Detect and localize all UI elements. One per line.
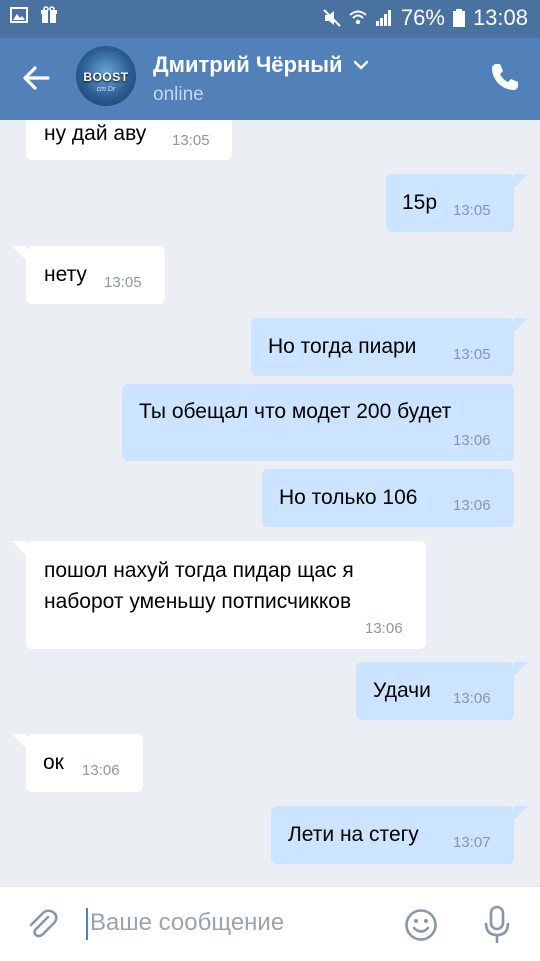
status-bar: 76% 13:08 — [0, 0, 540, 38]
message-time: 13:05 — [104, 274, 142, 291]
message-composer: Ваше сообщение — [0, 886, 540, 961]
battery-icon — [452, 9, 465, 27]
message-text: ок — [43, 751, 64, 774]
message-text: Но только 106 — [279, 486, 418, 509]
avatar-logo-subtext: cm Dr — [96, 86, 116, 93]
message-time: 13:06 — [453, 432, 491, 449]
message-time: 13:05 — [453, 202, 491, 219]
message-outgoing[interactable]: Но тогда пиари 13:05 — [251, 318, 528, 376]
wifi-icon — [349, 10, 367, 25]
message-time: 13:06 — [82, 762, 120, 779]
message-outgoing[interactable]: Удачи 13:06 — [356, 662, 528, 720]
gift-notification-icon — [41, 6, 57, 23]
message-incoming[interactable]: пошол нахуй тогда пидар щас я наборот ум… — [12, 541, 426, 649]
message-time: 13:06 — [365, 620, 403, 637]
message-time: 13:05 — [172, 132, 210, 149]
message-outgoing[interactable]: Но только 106 13:06 — [262, 469, 514, 527]
chevron-down-icon — [353, 60, 368, 70]
message-time: 13:06 — [453, 497, 491, 514]
message-incoming[interactable]: ну дай аву 13:05 — [26, 120, 232, 160]
gallery-notification-icon — [10, 7, 28, 23]
emoji-icon[interactable] — [404, 908, 438, 942]
message-text: Лети на стегу — [288, 823, 419, 846]
microphone-icon[interactable] — [482, 905, 512, 945]
message-incoming[interactable]: нету 13:05 — [12, 246, 165, 304]
message-time: 13:05 — [453, 346, 491, 363]
message-text: Но тогда пиари — [268, 335, 417, 358]
message-input[interactable]: Ваше сообщение — [90, 909, 284, 937]
message-text: нету — [44, 263, 87, 286]
chat-header: BOOST cm Dr Дмитрий Чёрный online — [0, 38, 540, 120]
phone-call-icon[interactable] — [490, 62, 520, 92]
contact-name-row[interactable]: Дмитрий Чёрный — [153, 52, 369, 78]
message-outgoing[interactable]: 15р 13:05 — [386, 174, 528, 232]
message-time: 13:07 — [453, 834, 491, 851]
avatar[interactable]: BOOST cm Dr — [76, 46, 136, 106]
avatar-logo-text: BOOST — [83, 70, 129, 84]
contact-name: Дмитрий Чёрный — [153, 52, 343, 77]
message-text: 15р — [402, 191, 438, 214]
paperclip-icon[interactable] — [24, 907, 60, 943]
back-arrow-icon[interactable] — [18, 60, 54, 96]
message-text: Ты обещал что модет 200 будет — [139, 400, 452, 423]
message-outgoing[interactable]: Ты обещал что модет 200 будет 13:06 — [122, 384, 514, 461]
message-text-line: пошол нахуй тогда пидар щас я — [44, 559, 354, 582]
message-list[interactable]: ну дай аву 13:05 15р 13:05 нету 13:05 Но… — [0, 120, 540, 886]
clock: 13:08 — [472, 5, 528, 30]
message-incoming[interactable]: ок 13:06 — [12, 734, 143, 792]
contact-status: online — [153, 84, 204, 105]
message-outgoing[interactable]: Лети на стегу 13:07 — [271, 806, 528, 864]
signal-icon — [375, 10, 391, 26]
text-cursor — [86, 908, 88, 940]
mute-icon — [323, 9, 341, 27]
message-text: ну дай аву — [44, 122, 147, 145]
message-text: Удачи — [373, 679, 431, 702]
battery-percent: 76% — [400, 5, 445, 30]
message-time: 13:06 — [453, 690, 491, 707]
message-text-line: наборот уменьшу потписчикков — [44, 590, 352, 613]
